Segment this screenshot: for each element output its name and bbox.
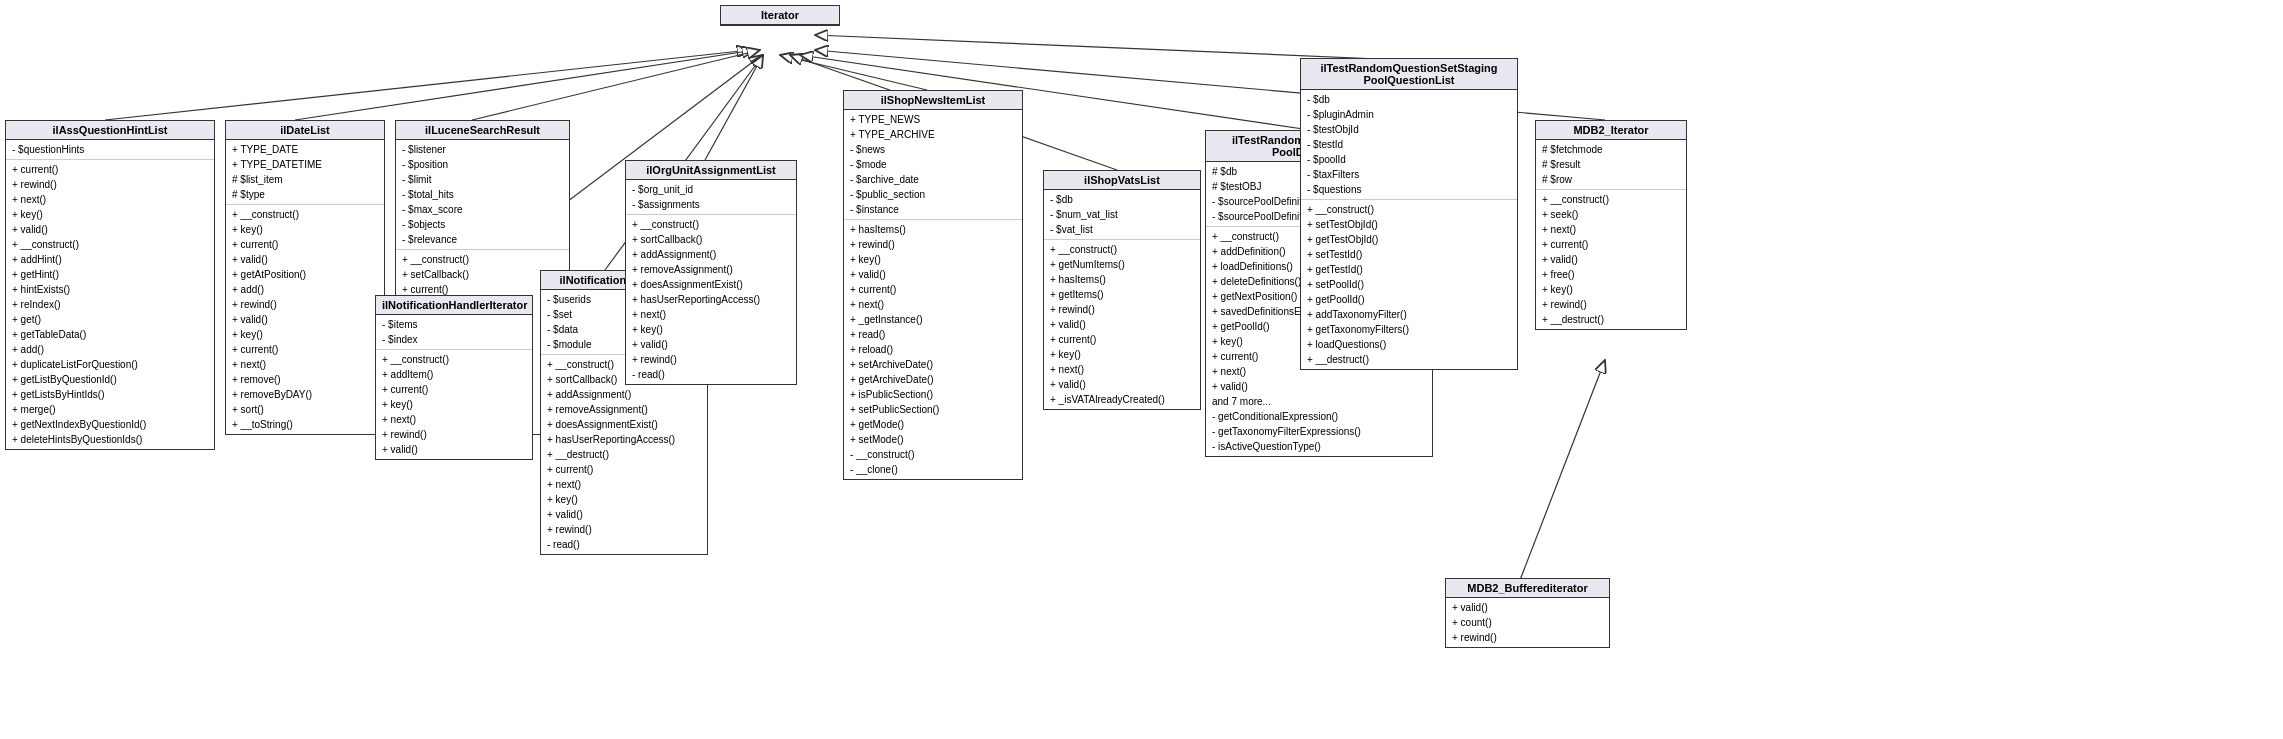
- ilTestRandomQuestionSetStagingPoolQuestionList-box: ilTestRandomQuestionSetStagingPoolQuesti…: [1300, 58, 1518, 370]
- iterator-title: Iterator: [721, 6, 839, 25]
- ilTestRandomQuestionSetStagingPoolQuestionList-methods: + __construct() + setTestObjId() + getTe…: [1301, 200, 1517, 369]
- ilNotificationHandlerIterator-methods: + __construct() + addItem() + current() …: [376, 350, 532, 459]
- ilDateList-methods: + __construct() + key() + current() + va…: [226, 205, 384, 434]
- MDB2Iterator-box: MDB2_Iterator # $fetchmode # $result # $…: [1535, 120, 1687, 330]
- ilLuceneSearchResult-title: ilLuceneSearchResult: [396, 121, 569, 140]
- diagram-container: Iterator ilAssQuestionHintList - $questi…: [0, 0, 2283, 739]
- ilAssQuestionHintList-methods: + current() + rewind() + next() + key() …: [6, 160, 214, 449]
- MDB2Iterator-fields: # $fetchmode # $result # $row: [1536, 140, 1686, 190]
- ilDateList-fields: + TYPE_DATE + TYPE_DATETIME # $list_item…: [226, 140, 384, 205]
- ilShopNewsItemList-box: ilShopNewsItemList + TYPE_NEWS + TYPE_AR…: [843, 90, 1023, 480]
- svg-line-3: [472, 50, 760, 120]
- ilNotificationHandlerIterator-fields: - $items - $index: [376, 315, 532, 350]
- ilShopNewsItemList-fields: + TYPE_NEWS + TYPE_ARCHIVE - $news - $mo…: [844, 110, 1022, 220]
- ilShopVatsList-fields: - $db - $num_vat_list - $vat_list: [1044, 190, 1200, 240]
- ilDateList-box: ilDateList + TYPE_DATE + TYPE_DATETIME #…: [225, 120, 385, 435]
- svg-line-10: [815, 35, 1402, 60]
- ilTestRandomQuestionSetStagingPoolQuestionList-fields: - $db - $pluginAdmin - $testObjId - $tes…: [1301, 90, 1517, 200]
- ilNotificationHandlerIterator-title: ilNotificationHandlerIterator: [376, 296, 532, 315]
- svg-line-6: [705, 55, 763, 160]
- ilOrgUnitAssignmentList-title: ilOrgUnitAssignmentList: [626, 161, 796, 180]
- MDB2BufferedIterator-box: MDB2_Bufferediterator + valid() + count(…: [1445, 578, 1610, 648]
- ilShopNewsItemList-title: ilShopNewsItemList: [844, 91, 1022, 110]
- ilShopVatsList-box: ilShopVatsList - $db - $num_vat_list - $…: [1043, 170, 1201, 410]
- ilShopNewsItemList-methods: + hasItems() + rewind() + key() + valid(…: [844, 220, 1022, 479]
- ilOrgUnitAssignmentList-fields: - $org_unit_id - $assignments: [626, 180, 796, 215]
- ilShopVatsList-title: ilShopVatsList: [1044, 171, 1200, 190]
- svg-line-1: [105, 50, 750, 120]
- ilShopVatsList-methods: + __construct() + getNumItems() + hasIte…: [1044, 240, 1200, 409]
- svg-line-7: [780, 55, 927, 90]
- svg-line-12: [1520, 360, 1605, 580]
- ilLuceneSearchResult-fields: - $listener - $position - $limit - $tota…: [396, 140, 569, 250]
- ilDateList-title: ilDateList: [226, 121, 384, 140]
- ilOrgUnitAssignmentList-box: ilOrgUnitAssignmentList - $org_unit_id -…: [625, 160, 797, 385]
- MDB2BufferedIterator-methods: + valid() + count() + rewind(): [1446, 598, 1609, 647]
- ilAssQuestionHintList-fields: - $questionHints: [6, 140, 214, 160]
- ilOrgUnitAssignmentList-methods: + __construct() + sortCallback() + addAs…: [626, 215, 796, 384]
- ilAssQuestionHintList-title: ilAssQuestionHintList: [6, 121, 214, 140]
- svg-line-2: [295, 50, 755, 120]
- MDB2BufferedIterator-title: MDB2_Bufferediterator: [1446, 579, 1609, 598]
- ilAssQuestionHintList-box: ilAssQuestionHintList - $questionHints +…: [5, 120, 215, 450]
- MDB2Iterator-title: MDB2_Iterator: [1536, 121, 1686, 140]
- ilTestRandomQuestionSetStagingPoolQuestionList-title: ilTestRandomQuestionSetStagingPoolQuesti…: [1301, 59, 1517, 90]
- MDB2Iterator-methods: + __construct() + seek() + next() + curr…: [1536, 190, 1686, 329]
- iterator-box: Iterator: [720, 5, 840, 26]
- ilNotificationHandlerIterator-box: ilNotificationHandlerIterator - $items -…: [375, 295, 533, 460]
